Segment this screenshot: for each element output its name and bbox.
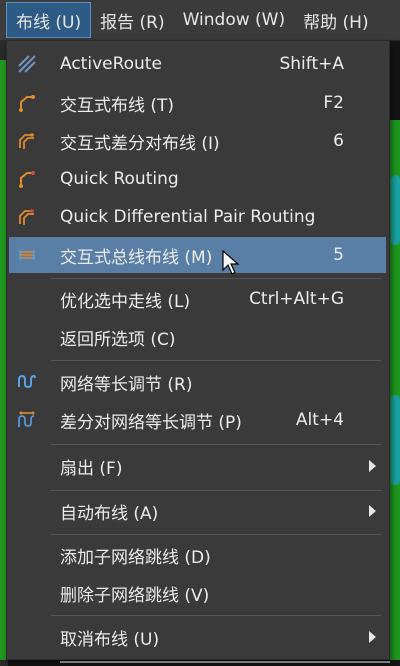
quick-routing-icon (17, 169, 37, 189)
menu-item-return-selected[interactable]: 返回所选项 (C) (9, 319, 386, 355)
menu-separator (51, 444, 381, 445)
menu-item-label: 差分对网络等长调节 (P) (60, 412, 242, 433)
menu-item-remove-subnet-jumper[interactable]: 删除子网络跳线 (V) (9, 575, 386, 611)
menu-item-label: 交互式总线布线 (M) (60, 247, 213, 268)
menu-item-quick-diff-pair[interactable]: Quick Differential Pair Routing (9, 199, 386, 235)
submenu-arrow-icon (369, 460, 376, 472)
menu-item-length-tuning[interactable]: 网络等长调节 (R) (9, 364, 386, 400)
menu-item-label: 网络等长调节 (R) (60, 374, 193, 395)
menu-separator (51, 615, 381, 616)
menu-item-label: 删除子网络跳线 (V) (60, 585, 210, 606)
menu-item-label: 扇出 (F) (60, 458, 123, 479)
menu-item-activeroute[interactable]: ActiveRoute Shift+A (9, 46, 386, 82)
menu-item-shortcut: 6 (333, 131, 344, 151)
menu-separator (51, 490, 381, 491)
menubar-help[interactable]: 帮助 (H) (294, 0, 377, 40)
diff-length-tuning-icon (17, 410, 37, 430)
menu-item-label: 交互式差分对布线 (I) (60, 133, 220, 154)
menu-item-bus-routing[interactable]: 交互式总线布线 (M) 5 (9, 237, 386, 273)
menu-item-label: 自动布线 (A) (60, 503, 159, 524)
pcb-pad-teal-1 (391, 175, 400, 245)
menu-separator (51, 278, 381, 279)
mouse-cursor-icon (222, 249, 240, 280)
menubar-routing[interactable]: 布线 (U) (6, 2, 92, 38)
bus-routing-icon (17, 245, 37, 265)
menu-item-shortcut: Shift+A (279, 54, 344, 74)
menu-item-diff-pair-routing[interactable]: 交互式差分对布线 (I) 6 (9, 123, 386, 159)
menubar-window[interactable]: Window (W) (174, 0, 295, 40)
menu-item-label: 优化选中走线 (L) (60, 291, 191, 312)
menu-item-add-subnet-jumper[interactable]: 添加子网络跳线 (D) (9, 537, 386, 573)
menu-item-fanout[interactable]: 扇出 (F) (9, 448, 386, 484)
menu-item-quick-routing[interactable]: Quick Routing (9, 161, 386, 197)
menu-item-shortcut: Ctrl+Alt+G (249, 289, 344, 309)
length-tuning-icon (17, 372, 37, 392)
menu-item-optimize-selected[interactable]: 优化选中走线 (L) Ctrl+Alt+G (9, 281, 386, 317)
routing-dropdown-menu: ActiveRoute Shift+A 交互式布线 (T) F2 交互式差分对布… (6, 40, 390, 660)
menu-item-autoroute[interactable]: 自动布线 (A) (9, 493, 386, 529)
menubar: 布线 (U) 报告 (R) Window (W) 帮助 (H) (0, 0, 400, 41)
active-route-icon (17, 54, 37, 74)
menu-item-shortcut: 5 (333, 245, 344, 265)
menu-item-shortcut: Alt+4 (295, 410, 344, 430)
pcb-trace-bottom (60, 661, 390, 663)
menubar-reports[interactable]: 报告 (R) (91, 0, 173, 40)
menu-item-label: Quick Differential Pair Routing (60, 207, 316, 227)
pcb-pad-teal-2 (391, 395, 400, 485)
menu-separator (51, 534, 381, 535)
menu-item-interactive-routing[interactable]: 交互式布线 (T) F2 (9, 85, 386, 121)
menu-item-label: 添加子网络跳线 (D) (60, 547, 211, 568)
menu-item-label: 交互式布线 (T) (60, 95, 175, 116)
menu-item-unroute[interactable]: 取消布线 (U) (9, 619, 386, 655)
menu-item-shortcut: F2 (323, 93, 344, 113)
menu-item-label: 返回所选项 (C) (60, 329, 176, 350)
menu-item-label: Quick Routing (60, 169, 179, 189)
menu-item-diff-length-tuning[interactable]: 差分对网络等长调节 (P) Alt+4 (9, 402, 386, 438)
diff-pair-routing-icon (17, 131, 37, 151)
menu-item-label: 取消布线 (U) (60, 629, 160, 650)
menu-item-label: ActiveRoute (60, 54, 162, 74)
quick-diff-pair-icon (17, 207, 37, 227)
submenu-arrow-icon (369, 505, 376, 517)
submenu-arrow-icon (369, 631, 376, 643)
menu-separator (51, 360, 381, 361)
interactive-routing-icon (17, 93, 37, 113)
